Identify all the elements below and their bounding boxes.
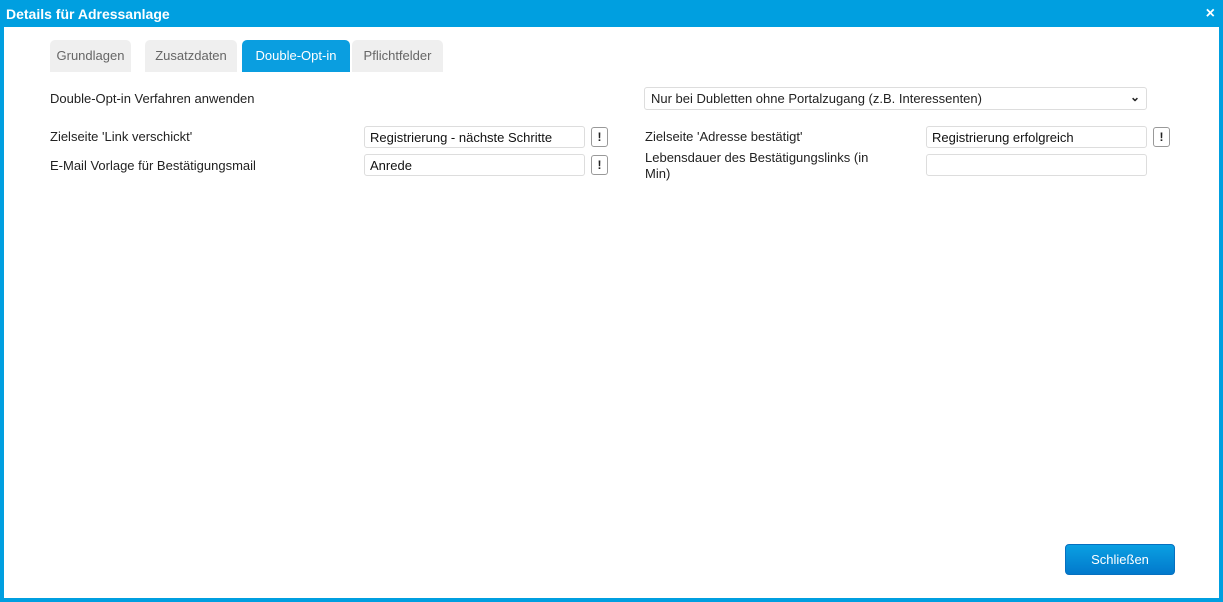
doi-select-value: Nur bei Dubletten ohne Portalzugang (z.B… (651, 91, 982, 106)
tab-grundlagen[interactable]: Grundlagen (50, 40, 131, 72)
chevron-down-icon: ⌄ (1129, 90, 1140, 104)
dialog-title: Details für Adressanlage (6, 6, 170, 22)
mail-info-button[interactable]: ! (591, 155, 608, 175)
tab-zusatzdaten[interactable]: Zusatzdaten (145, 40, 237, 72)
mail-input[interactable]: Anrede (364, 154, 585, 176)
tab-pflichtfelder[interactable]: Pflichtfelder (352, 40, 443, 72)
tab-double-opt-in[interactable]: Double-Opt-in (242, 40, 350, 72)
close-icon[interactable]: × (1206, 5, 1215, 23)
confirmed-info-button[interactable]: ! (1153, 127, 1170, 147)
mail-label: E-Mail Vorlage für Bestätigungsmail (50, 158, 256, 173)
link-label: Zielseite 'Link verschickt' (50, 129, 193, 144)
link-input[interactable]: Registrierung - nächste Schritte (364, 126, 585, 148)
lifetime-input[interactable] (926, 154, 1147, 176)
confirmed-label: Zielseite 'Adresse bestätigt' (645, 129, 803, 144)
doi-label: Double-Opt-in Verfahren anwenden (50, 91, 255, 106)
link-info-button[interactable]: ! (591, 127, 608, 147)
confirmed-input[interactable]: Registrierung erfolgreich (926, 126, 1147, 148)
title-bar: Details für Adressanlage × (0, 0, 1223, 27)
doi-select[interactable]: Nur bei Dubletten ohne Portalzugang (z.B… (644, 87, 1147, 110)
close-button[interactable]: Schließen (1065, 544, 1175, 575)
lifetime-label: Lebensdauer des Bestätigungslinks (in Mi… (645, 150, 869, 181)
